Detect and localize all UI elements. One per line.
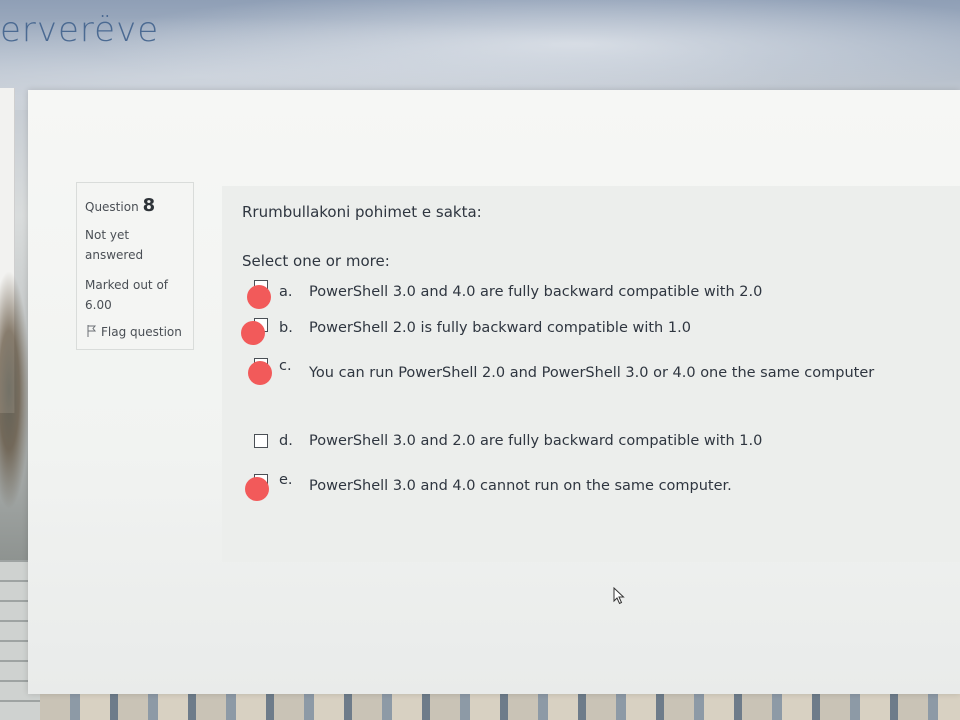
question-number-line: Question 8 (85, 195, 155, 216)
option-e-text[interactable]: PowerShell 3.0 and 4.0 cannot run on the… (309, 478, 732, 494)
marks-line-1: Marked out of (85, 278, 169, 292)
flag-label: Flag question (101, 325, 182, 339)
question-number: 8 (142, 195, 156, 216)
option-c-letter: c. (279, 358, 292, 374)
flag-icon (87, 325, 97, 337)
option-a-text[interactable]: PowerShell 3.0 and 4.0 are fully backwar… (309, 284, 762, 300)
option-c-text[interactable]: You can run PowerShell 2.0 and PowerShel… (309, 365, 874, 381)
option-d-text[interactable]: PowerShell 3.0 and 2.0 are fully backwar… (309, 433, 762, 449)
site-title: erverëve (0, 10, 160, 50)
question-label: Question (85, 200, 139, 214)
option-b-marker (241, 321, 265, 345)
tree-background (0, 270, 30, 510)
option-a-marker (247, 285, 271, 309)
state-line-1: Not yet (85, 228, 130, 242)
option-d-letter: d. (279, 433, 293, 449)
state-line-2: answered (85, 248, 144, 262)
question-info-box: Question 8 Not yet answered Marked out of… (76, 182, 194, 350)
marks-line-2: 6.00 (85, 298, 112, 312)
option-e-letter: e. (279, 472, 293, 488)
mouse-cursor-icon (613, 587, 625, 605)
option-c-marker (248, 361, 272, 385)
question-text: Rrumbullakoni pohimet e sakta: (242, 203, 482, 221)
option-d-checkbox[interactable] (254, 434, 268, 448)
select-prompt: Select one or more: (242, 252, 390, 270)
option-b-text[interactable]: PowerShell 2.0 is fully backward compati… (309, 320, 691, 336)
question-state: Not yet answered (85, 225, 185, 265)
question-marks: Marked out of 6.00 (85, 275, 189, 315)
option-b-letter: b. (279, 320, 293, 336)
option-e-marker (245, 477, 269, 501)
flag-question-link[interactable]: Flag question (87, 325, 182, 339)
bottom-background-strip (40, 692, 960, 720)
option-a-letter: a. (279, 284, 293, 300)
